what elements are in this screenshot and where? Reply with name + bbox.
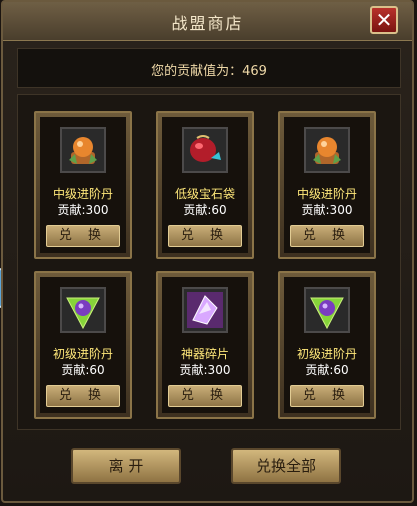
item-cost: 贡献:300 — [301, 203, 353, 217]
exchange-button[interactable]: 兑 换 — [168, 385, 242, 407]
item-name: 中级进阶丹 — [296, 187, 357, 201]
title-bar: 战盟商店 ✕ — [3, 2, 412, 41]
leave-button[interactable]: 离 开 — [71, 448, 181, 484]
exchange-button[interactable]: 兑 换 — [290, 385, 364, 407]
contribution-text: 您的贡献值为：469 — [151, 64, 267, 79]
item-card: 中级进阶丹 贡献:300 兑 换 — [278, 111, 376, 259]
exchange-button[interactable]: 兑 换 — [290, 225, 364, 247]
exchange-button[interactable]: 兑 换 — [168, 225, 242, 247]
purple-orb-leaf-icon — [60, 287, 106, 333]
item-cost: 贡献:60 — [305, 363, 349, 377]
ornate-orange-orb-icon — [60, 127, 106, 173]
item-name: 低级宝石袋 — [174, 187, 235, 201]
item-card: 初级进阶丹 贡献:60 兑 换 — [34, 271, 132, 419]
close-button[interactable]: ✕ — [370, 6, 398, 34]
item-name: 初级进阶丹 — [296, 347, 357, 361]
purple-orb-leaf-icon — [304, 287, 350, 333]
item-card: 中级进阶丹 贡献:300 兑 换 — [34, 111, 132, 259]
item-grid: 中级进阶丹 贡献:300 兑 换 低级宝石袋 贡献:60 兑 换 中级进阶丹 贡… — [17, 94, 401, 430]
item-card: 神器碎片 贡献:300 兑 换 — [156, 271, 254, 419]
red-gem-bag-icon — [182, 127, 228, 173]
item-card: 初级进阶丹 贡献:60 兑 换 — [278, 271, 376, 419]
item-cost: 贡献:60 — [61, 363, 105, 377]
artifact-shard-icon — [182, 287, 228, 333]
item-cost: 贡献:60 — [183, 203, 227, 217]
item-cost: 贡献:300 — [179, 363, 231, 377]
exchange-button[interactable]: 兑 换 — [46, 225, 120, 247]
item-card: 低级宝石袋 贡献:60 兑 换 — [156, 111, 254, 259]
item-name: 神器碎片 — [180, 347, 229, 361]
item-name: 初级进阶丹 — [52, 347, 113, 361]
item-cost: 贡献:300 — [57, 203, 109, 217]
ornate-orange-orb-icon — [304, 127, 350, 173]
guild-shop-window: 战盟商店 ✕ 您的贡献值为：469 中级进阶丹 贡献:300 兑 换 低级宝石袋… — [1, 0, 414, 503]
window-title: 战盟商店 — [171, 14, 244, 33]
exchange-all-button[interactable]: 兑换全部 — [231, 448, 341, 484]
contribution-bar: 您的贡献值为：469 — [17, 48, 401, 88]
item-name: 中级进阶丹 — [52, 187, 113, 201]
exchange-button[interactable]: 兑 换 — [46, 385, 120, 407]
